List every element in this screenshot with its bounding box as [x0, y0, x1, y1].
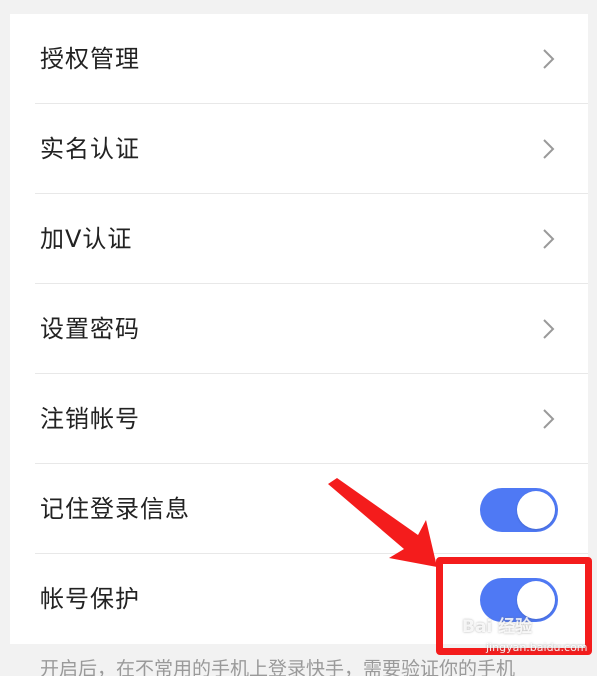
settings-list: 授权管理 实名认证 加V认证 设置密码 注销帐号 记住登录信息 帐号保护	[10, 14, 588, 644]
settings-item-set-password[interactable]: 设置密码	[10, 284, 588, 374]
chevron-right-icon	[543, 409, 555, 429]
chevron-right-icon	[543, 319, 555, 339]
watermark-logo: Bai 经验	[462, 617, 533, 637]
settings-item-label: 加V认证	[40, 225, 133, 253]
toggle-knob	[517, 491, 555, 529]
chevron-right-icon	[543, 49, 555, 69]
settings-item-label: 记住登录信息	[40, 495, 190, 523]
remember-login-toggle[interactable]	[480, 488, 558, 532]
settings-item-label: 设置密码	[40, 315, 140, 343]
settings-item-remember-login: 记住登录信息	[10, 464, 588, 554]
settings-page: 授权管理 实名认证 加V认证 设置密码 注销帐号 记住登录信息 帐号保护 开启后…	[0, 0, 597, 676]
settings-item-authorization[interactable]: 授权管理	[10, 14, 588, 104]
chevron-right-icon	[543, 229, 555, 249]
settings-item-real-name[interactable]: 实名认证	[10, 104, 588, 194]
chevron-right-icon	[543, 139, 555, 159]
watermark-url: jingyan.baidu.com	[486, 641, 588, 654]
settings-item-label: 实名认证	[40, 135, 140, 163]
settings-item-cancel-account[interactable]: 注销帐号	[10, 374, 588, 464]
settings-item-label: 帐号保护	[40, 585, 140, 613]
settings-item-label: 授权管理	[40, 45, 140, 73]
account-protection-note: 开启后，在不常用的手机上登录快手，需要验证你的手机	[40, 658, 516, 676]
settings-item-label: 注销帐号	[40, 405, 140, 433]
settings-item-v-verification[interactable]: 加V认证	[10, 194, 588, 284]
